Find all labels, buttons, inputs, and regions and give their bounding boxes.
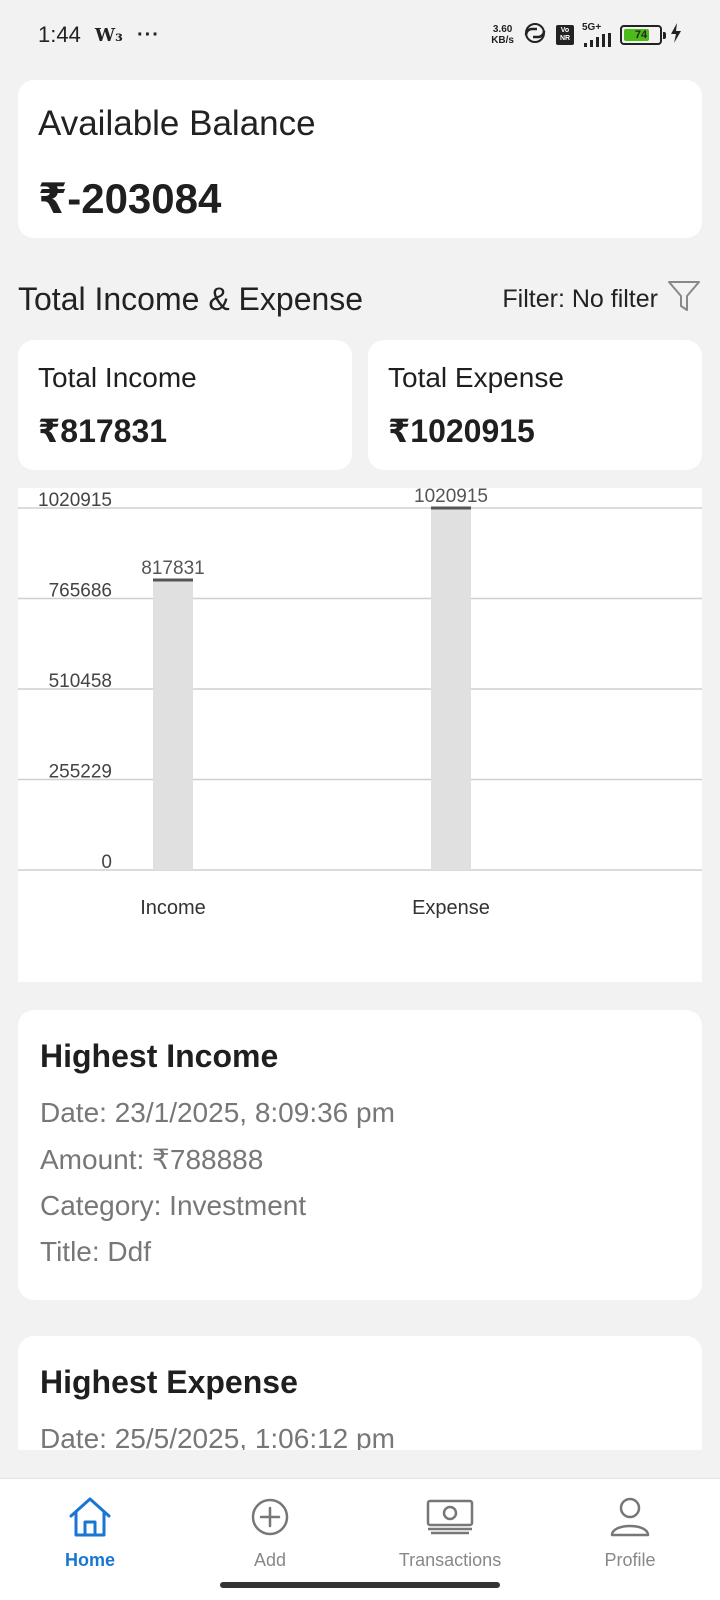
filter-button[interactable]: Filter: No filter bbox=[502, 278, 702, 321]
highest-income-amount: Amount: ₹788888 bbox=[40, 1144, 264, 1175]
total-expense-card: Total Expense ₹1020915 bbox=[368, 340, 702, 470]
filter-icon bbox=[666, 278, 702, 321]
highest-income-title: Highest Income bbox=[40, 1038, 279, 1074]
total-income-label: Total Income bbox=[38, 362, 197, 393]
charging-icon bbox=[670, 22, 682, 48]
y-tick-label: 0 bbox=[101, 852, 112, 873]
bar-chart: 0 255229 510458 765686 1020915 817831 Income 10… bbox=[18, 488, 702, 919]
home-icon bbox=[66, 1493, 114, 1546]
nav-transactions-label: Transactions bbox=[398, 1550, 502, 1570]
section-header: Total Income & Expense Filter: No filter bbox=[18, 278, 702, 321]
volte-icon: Vo NR bbox=[556, 25, 574, 45]
nav-profile-label: Profile bbox=[604, 1550, 656, 1570]
add-circle-icon bbox=[246, 1493, 294, 1546]
total-income-value: ₹817831 bbox=[38, 413, 168, 449]
highest-income-card: Highest Income Date: 23/1/2025, 8:09:36 … bbox=[18, 1010, 702, 1300]
total-expense-value: ₹1020915 bbox=[388, 413, 535, 449]
y-tick-label: 1020915 bbox=[38, 490, 112, 511]
highest-expense-card: Highest Expense Date: 25/5/2025, 1:06:12… bbox=[18, 1336, 702, 1450]
nav-add[interactable]: Add bbox=[190, 1493, 350, 1571]
balance-card: Available Balance ₹-203084 bbox=[18, 80, 702, 238]
cash-icon bbox=[422, 1493, 478, 1546]
balance-label: Available Balance bbox=[38, 104, 316, 143]
total-income-card: Total Income ₹817831 bbox=[18, 340, 352, 470]
nav-add-label: Add bbox=[253, 1550, 287, 1570]
nav-home-label: Home bbox=[64, 1550, 115, 1570]
highest-income-date: Date: 23/1/2025, 8:09:36 pm bbox=[40, 1097, 395, 1128]
y-tick-label: 255229 bbox=[49, 761, 112, 782]
highlights-scroll-area[interactable]: Highest Income Date: 23/1/2025, 8:09:36 … bbox=[0, 1010, 720, 1450]
link-icon bbox=[522, 22, 548, 49]
more-notifications-icon: ··· bbox=[136, 23, 160, 46]
y-tick-label: 765686 bbox=[49, 581, 112, 602]
total-expense-label: Total Expense bbox=[388, 362, 564, 393]
status-bar: 1:44 W₃ ··· 3.60 KB/s Vo NR 5G+ 74 bbox=[0, 0, 720, 70]
notification-icon: W₃ bbox=[94, 24, 123, 46]
y-tick-label: 510458 bbox=[49, 671, 112, 692]
battery-icon: 74 bbox=[620, 25, 666, 45]
highest-income-category: Category: Investment bbox=[40, 1190, 307, 1221]
income-expense-chart: 0 255229 510458 765686 1020915 817831 Income 10… bbox=[18, 488, 702, 982]
filter-label: Filter: No filter bbox=[502, 285, 658, 313]
clock: 1:44 bbox=[38, 22, 81, 47]
data-label: 817831 bbox=[141, 558, 204, 579]
x-tick-label: Expense bbox=[412, 897, 490, 919]
network-speed: 3.60 KB/s bbox=[491, 24, 514, 46]
nav-transactions[interactable]: Transactions bbox=[370, 1493, 530, 1571]
bar-income bbox=[153, 580, 193, 870]
nav-profile[interactable]: Profile bbox=[550, 1493, 710, 1571]
highest-expense-title: Highest Expense bbox=[40, 1364, 298, 1400]
x-tick-label: Income bbox=[140, 897, 206, 919]
balance-value: ₹-203084 bbox=[38, 175, 222, 222]
highest-income-title-line: Title: Ddf bbox=[40, 1236, 151, 1267]
section-title: Total Income & Expense bbox=[18, 281, 364, 317]
home-indicator bbox=[220, 1582, 500, 1588]
highest-expense-date: Date: 25/5/2025, 1:06:12 pm bbox=[40, 1423, 395, 1450]
signal-icon: 5G+ bbox=[582, 23, 612, 47]
data-label: 1020915 bbox=[414, 488, 488, 507]
profile-icon bbox=[606, 1493, 654, 1546]
nav-home[interactable]: Home bbox=[10, 1493, 170, 1571]
bar-expense bbox=[431, 508, 471, 870]
